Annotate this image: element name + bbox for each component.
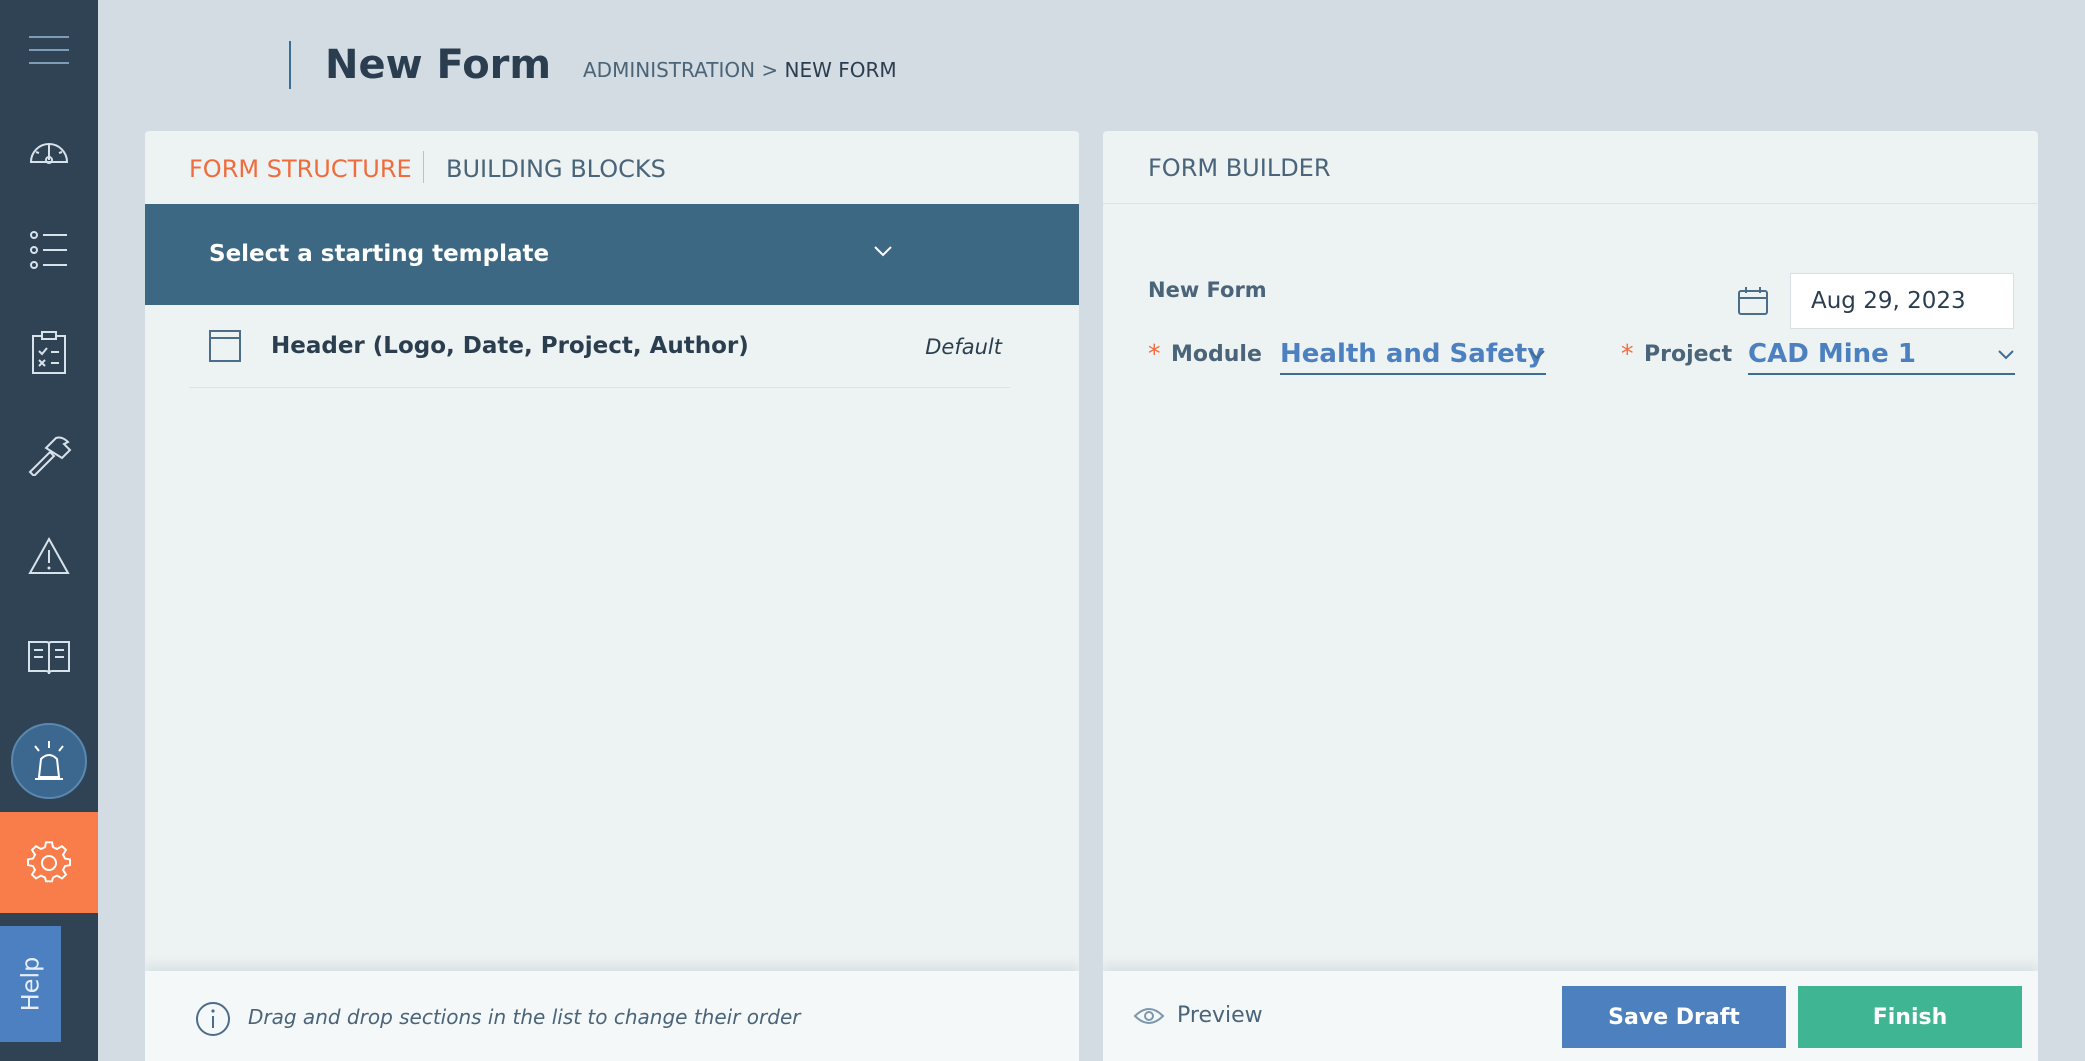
- eye-icon: [1133, 1008, 1165, 1024]
- template-select-label: Select a starting template: [209, 241, 550, 267]
- sidebar-item-library[interactable]: [0, 606, 98, 706]
- page-title: New Form: [325, 42, 552, 88]
- info-icon: [196, 1002, 230, 1036]
- tab-building-blocks[interactable]: BUILDING BLOCKS: [446, 154, 666, 184]
- sidebar-item-hazards[interactable]: [0, 506, 98, 606]
- title-divider: [289, 41, 291, 89]
- required-mark: *: [1148, 339, 1161, 368]
- sidebar-item-alerts[interactable]: [11, 723, 87, 799]
- sidebar-item-menu[interactable]: [0, 0, 98, 100]
- section-header-icon: [209, 330, 241, 362]
- project-label: Project: [1644, 342, 1733, 367]
- list-icon: [30, 231, 67, 269]
- module-value: Health and Safety: [1280, 339, 1545, 369]
- panel-tabs: FORM STRUCTURE BUILDING BLOCKS: [145, 131, 1079, 204]
- form-builder-header: FORM BUILDER: [1103, 131, 2038, 204]
- save-draft-button[interactable]: Save Draft: [1562, 986, 1786, 1048]
- tab-form-structure[interactable]: FORM STRUCTURE: [189, 154, 412, 184]
- calendar-icon[interactable]: [1737, 286, 1769, 316]
- sidebar: Help: [0, 0, 98, 1061]
- breadcrumb-current: NEW FORM: [784, 58, 897, 82]
- structure-footer: Drag and drop sections in the list to ch…: [145, 971, 1079, 1061]
- project-select[interactable]: CAD Mine 1: [1748, 336, 2015, 375]
- default-badge: Default: [925, 335, 1002, 359]
- sidebar-item-dashboard[interactable]: [0, 100, 98, 200]
- clipboard-checklist-icon: [32, 331, 66, 374]
- breadcrumb-parent[interactable]: ADMINISTRATION: [583, 58, 755, 82]
- builder-footer: Preview Save Draft Finish: [1103, 971, 2038, 1061]
- sidebar-item-tools[interactable]: [0, 405, 98, 505]
- drag-hint: Drag and drop sections in the list to ch…: [248, 1005, 801, 1029]
- preview-button[interactable]: Preview: [1133, 1001, 1263, 1031]
- form-name[interactable]: New Form: [1148, 276, 1267, 304]
- preview-label: Preview: [1177, 1003, 1263, 1028]
- module-label: Module: [1171, 342, 1262, 367]
- project-value: CAD Mine 1: [1748, 339, 1916, 369]
- hammer-icon: [28, 436, 72, 476]
- tab-divider: [423, 151, 424, 183]
- form-builder-title: FORM BUILDER: [1148, 154, 1331, 182]
- module-select[interactable]: Health and Safety: [1280, 336, 1546, 375]
- hamburger-menu-icon: [29, 36, 69, 64]
- date-field[interactable]: [1790, 273, 2014, 329]
- chevron-down-icon: [1998, 350, 2014, 360]
- siren-icon: [34, 741, 64, 780]
- template-select[interactable]: Select a starting template: [145, 204, 1079, 305]
- speedometer-icon: [29, 143, 69, 164]
- finish-button[interactable]: Finish: [1798, 986, 2022, 1048]
- form-structure-panel: FORM STRUCTURE BUILDING BLOCKS Select a …: [145, 131, 1079, 1061]
- section-label: Header (Logo, Date, Project, Author): [271, 333, 749, 359]
- required-mark: *: [1621, 339, 1634, 368]
- open-book-icon: [28, 641, 70, 675]
- sidebar-item-checklist[interactable]: [0, 303, 98, 403]
- help-label: Help: [16, 956, 45, 1012]
- sidebar-item-settings[interactable]: [0, 812, 98, 913]
- sidebar-item-list[interactable]: [0, 200, 98, 300]
- form-builder-panel: FORM BUILDER New Form * Module Health an…: [1103, 131, 2038, 1061]
- gear-icon: [27, 840, 71, 882]
- section-row[interactable]: Header (Logo, Date, Project, Author) Def…: [189, 305, 1010, 388]
- chevron-down-icon: [1529, 350, 1545, 360]
- breadcrumb-separator: >: [755, 58, 785, 82]
- chevron-down-icon: [874, 246, 892, 257]
- breadcrumb: ADMINISTRATION > NEW FORM: [583, 57, 897, 83]
- help-button[interactable]: Help: [0, 926, 61, 1042]
- warning-triangle-icon: [28, 536, 70, 574]
